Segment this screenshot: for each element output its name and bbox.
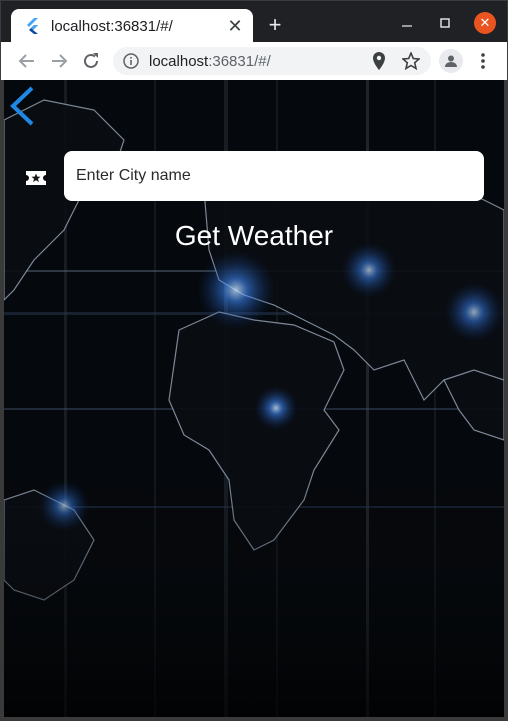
- browser-forward-icon[interactable]: [47, 49, 71, 73]
- maximize-icon[interactable]: [435, 13, 455, 33]
- app-viewport: Get Weather: [0, 80, 508, 721]
- browser-toolbar: localhost:36831/#/: [0, 42, 508, 80]
- flutter-icon: [19, 9, 47, 43]
- get-weather-button[interactable]: Get Weather: [4, 220, 504, 252]
- tab-title: localhost:36831/#/: [51, 17, 173, 35]
- location-pin-icon[interactable]: [369, 51, 389, 71]
- url-path: :36831/#/: [208, 52, 271, 70]
- window-close-icon[interactable]: ✕: [474, 12, 496, 34]
- minimize-icon[interactable]: [397, 13, 417, 33]
- new-tab-icon[interactable]: +: [263, 13, 287, 37]
- address-bar[interactable]: localhost:36831/#/: [113, 47, 431, 75]
- browser-title-bar: localhost:36831/#/ ✕ + ✕: [0, 0, 508, 43]
- bookmark-star-icon[interactable]: [401, 51, 421, 71]
- ticket-star-icon: [24, 166, 48, 190]
- profile-avatar-icon[interactable]: [439, 49, 463, 73]
- browser-menu-icon[interactable]: [473, 49, 493, 73]
- reload-icon[interactable]: [79, 49, 103, 73]
- url-host: localhost: [149, 52, 209, 70]
- city-name-input[interactable]: [64, 151, 484, 201]
- tab-close-icon[interactable]: ✕: [223, 14, 247, 38]
- url-text: localhost:36831/#/: [149, 53, 271, 70]
- browser-tab[interactable]: localhost:36831/#/ ✕: [11, 9, 253, 43]
- back-arrow-icon[interactable]: [7, 84, 37, 128]
- site-info-icon[interactable]: [121, 51, 141, 71]
- browser-back-icon[interactable]: [15, 49, 39, 73]
